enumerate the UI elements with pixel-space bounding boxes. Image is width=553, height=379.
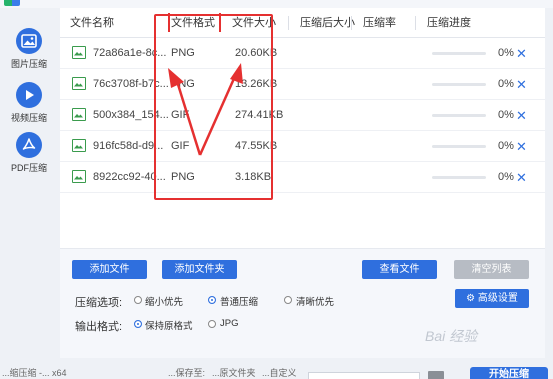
column-divider bbox=[288, 16, 289, 30]
table-header: 文件名称 文件格式 文件大小 压缩后大小 压缩率 压缩进度 bbox=[60, 8, 545, 38]
start-compress-button[interactable]: 开始压缩 bbox=[470, 367, 548, 379]
window-edge bbox=[545, 8, 553, 364]
output-path-field[interactable] bbox=[308, 372, 420, 379]
remove-file-button[interactable]: ✕ bbox=[516, 162, 527, 193]
remove-file-button[interactable]: ✕ bbox=[516, 38, 527, 69]
advanced-settings-label: 高级设置 bbox=[477, 293, 518, 304]
radio-size-priority[interactable] bbox=[134, 296, 142, 304]
progress-bar bbox=[432, 176, 486, 179]
image-file-icon bbox=[72, 139, 86, 152]
original-folder-option[interactable]: ...原文件夹 bbox=[212, 366, 256, 379]
radio-label: 普通压缩 bbox=[220, 297, 259, 308]
sidebar-item-pdf-compress[interactable]: PDF压缩 bbox=[0, 132, 58, 174]
image-file-icon bbox=[72, 77, 86, 90]
radio-label: JPG bbox=[220, 318, 239, 329]
radio-label: 缩小优先 bbox=[145, 297, 184, 308]
progress-percent: 0% bbox=[498, 140, 514, 152]
progress-bar bbox=[432, 114, 486, 117]
column-divider bbox=[351, 16, 352, 30]
header-progress: 压缩进度 bbox=[427, 17, 471, 29]
sidebar-item-image-compress[interactable]: 图片压缩 bbox=[0, 28, 58, 70]
radio-jpg[interactable] bbox=[208, 320, 216, 328]
baidu-watermark: Bai 经验 bbox=[425, 328, 478, 344]
table-row[interactable]: 500x384_154... GIF 274.41KB 0% ✕ bbox=[60, 100, 545, 131]
radio-normal-compress[interactable] bbox=[208, 296, 216, 304]
folder-icon[interactable] bbox=[428, 371, 444, 379]
clear-list-button[interactable]: 清空列表 bbox=[454, 260, 529, 279]
radio-label: 清晰优先 bbox=[296, 297, 335, 308]
compress-options-label: 压缩选项: bbox=[75, 297, 123, 309]
view-file-button[interactable]: 查看文件 bbox=[362, 260, 437, 279]
remove-file-button[interactable]: ✕ bbox=[516, 131, 527, 162]
column-divider bbox=[415, 16, 416, 30]
remove-file-button[interactable]: ✕ bbox=[516, 100, 527, 131]
progress-percent: 0% bbox=[498, 78, 514, 90]
progress-percent: 0% bbox=[498, 109, 514, 121]
sidebar-item-label: PDF压缩 bbox=[10, 163, 47, 173]
file-name: 916fc58d-d9... bbox=[93, 140, 164, 152]
progress-bar bbox=[432, 52, 486, 55]
sidebar-item-video-compress[interactable]: 视频压缩 bbox=[0, 82, 58, 124]
image-file-icon bbox=[72, 108, 86, 121]
remove-file-button[interactable]: ✕ bbox=[516, 69, 527, 100]
header-compression-ratio: 压缩率 bbox=[363, 17, 396, 29]
footer-app-info: ...缩压缩 -... x64 bbox=[2, 368, 67, 378]
header-file-name: 文件名称 bbox=[70, 17, 114, 29]
progress-bar bbox=[432, 83, 486, 86]
sidebar: 图片压缩 视频压缩 PDF压缩 bbox=[0, 8, 58, 379]
add-file-button[interactable]: 添加文件 bbox=[72, 260, 147, 279]
add-folder-button[interactable]: 添加文件夹 bbox=[162, 260, 237, 279]
table-row[interactable]: 916fc58d-d9... GIF 47.55KB 0% ✕ bbox=[60, 131, 545, 162]
output-format-label: 输出格式: bbox=[75, 321, 123, 333]
gear-icon: ⚙ bbox=[466, 293, 476, 304]
table-row[interactable]: 72a86a1e-8c... PNG 20.60KB 0% ✕ bbox=[60, 38, 545, 69]
app-logo bbox=[4, 0, 20, 6]
save-to-label: ...保存至: bbox=[168, 368, 206, 378]
radio-label: 保持原格式 bbox=[145, 321, 193, 332]
table-row[interactable]: 76c3708f-b7c... PNG 13.26KB 0% ✕ bbox=[60, 69, 545, 100]
file-list-panel: 文件名称 文件格式 文件大小 压缩后大小 压缩率 压缩进度 72a86a1e-8… bbox=[60, 8, 545, 358]
table-row[interactable]: 8922cc92-40... PNG 3.18KB 0% ✕ bbox=[60, 162, 545, 193]
image-file-icon bbox=[72, 170, 86, 183]
header-compressed-size: 压缩后大小 bbox=[300, 17, 355, 29]
top-strip bbox=[0, 0, 553, 8]
advanced-settings-button[interactable]: ⚙ 高级设置 bbox=[455, 289, 529, 308]
progress-percent: 0% bbox=[498, 47, 514, 59]
progress-percent: 0% bbox=[498, 171, 514, 183]
progress-bar bbox=[432, 145, 486, 148]
image-icon bbox=[16, 28, 42, 54]
custom-option[interactable]: ...自定义 bbox=[262, 366, 297, 379]
radio-clarity-priority[interactable] bbox=[284, 296, 292, 304]
sidebar-item-label: 视频压缩 bbox=[10, 113, 47, 123]
radio-keep-format[interactable] bbox=[134, 320, 142, 328]
image-file-icon bbox=[72, 46, 86, 59]
highlight-annotation-box bbox=[154, 14, 273, 200]
play-icon bbox=[16, 82, 42, 108]
sidebar-item-label: 图片压缩 bbox=[10, 59, 47, 69]
pdf-icon bbox=[16, 132, 42, 158]
